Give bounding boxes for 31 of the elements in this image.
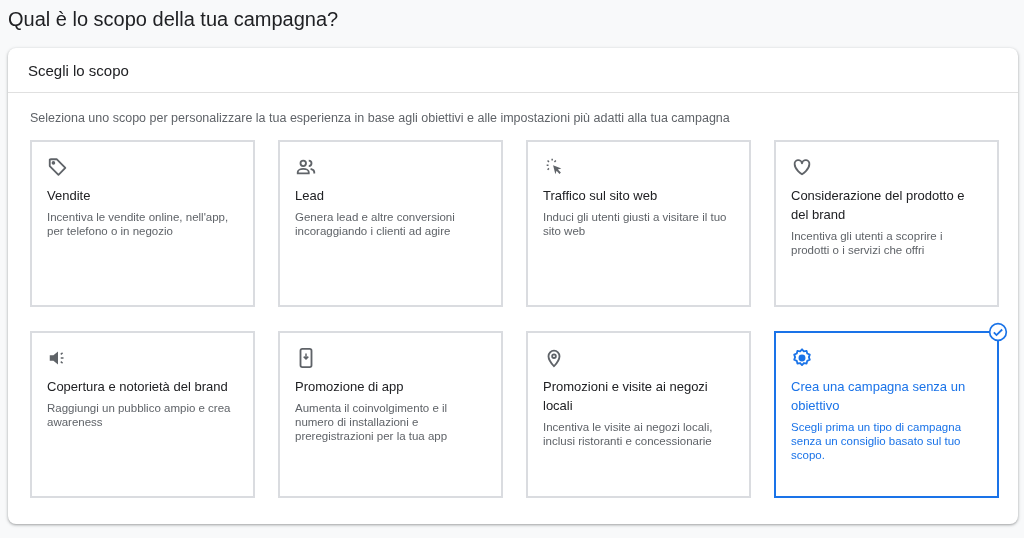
goal-card[interactable]: Promozioni e visite ai negozi locali Incentiva le visite ai negozi locali, inclusi ristoranti e concessionarie [526,331,751,498]
goal-description: Aumenta il coinvolgimento e il numero di installazioni e preregistrazioni per la tua app [295,401,449,443]
heart-icon [791,156,813,178]
goal-card[interactable]: Copertura e notorietà del brand Raggiungi un pubblico ampio e crea awareness [30,331,255,498]
goal-card[interactable]: Lead Genera lead e altre conversioni incoraggiando i clienti ad agire [278,140,503,307]
goal-title: Lead [295,187,325,205]
goal-card[interactable]: Vendite Incentiva le vendite online, nell'app, per telefono o in negozio [30,140,255,307]
goal-description: Genera lead e altre conversioni incoraggiando i clienti ad agire [295,210,456,238]
goal-card[interactable]: Considerazione del prodotto e del brand Incentiva gli utenti a scoprire i prodotti o i servizi che offri [774,140,999,307]
panel-title: Scegli lo scopo [28,61,129,79]
goal-description: Raggiungi un pubblico ampio e crea awareness [47,401,232,429]
goal-description: Incentiva gli utenti a scoprire i prodotti o i servizi che offri [791,229,944,257]
goal-description: Incentiva le visite ai negozi locali, inclusi ristoranti e concessionarie [543,420,714,448]
goal-description: Scegli prima un tipo di campagna senza un consiglio basato sul tuo scopo. [791,420,963,462]
goal-title: Copertura e notorietà del brand [47,378,229,396]
goal-title: Promozioni e visite ai negozi locali [543,378,709,415]
goal-description: Induci gli utenti giusti a visitare il tuo sito web [543,210,728,238]
tag-icon [47,156,69,178]
goal-description: Incentiva le vendite online, nell'app, per telefono o in negozio [47,210,230,238]
page-title: Qual è lo scopo della tua campagna? [8,7,340,32]
goal-title: Promozione di app [295,378,405,396]
goal-card[interactable]: Promozione di app Aumenta il coinvolgimento e il numero di installazioni e preregistrazioni per la tua app [278,331,503,498]
goal-card[interactable]: Crea una campagna senza un obiettivo Scegli prima un tipo di campagna senza un consiglio basato sul tuo scopo. [774,331,999,498]
goal-title: Vendite [47,187,92,205]
panel-description: Seleziona uno scopo per personalizzare la tua esperienza in base agli obiettivi e alle impostazioni più adatti alla tua campagna [30,111,731,125]
goal-card[interactable]: Traffico sul sito web Induci gli utenti giusti a visitare il tuo sito web [526,140,751,307]
goal-title: Traffico sul sito web [543,187,659,205]
check-icon [988,322,1008,342]
goal-title: Crea una campagna senza un obiettivo [791,378,967,415]
goal-title: Considerazione del prodotto e del brand [791,187,966,224]
settings-icon [791,347,813,369]
